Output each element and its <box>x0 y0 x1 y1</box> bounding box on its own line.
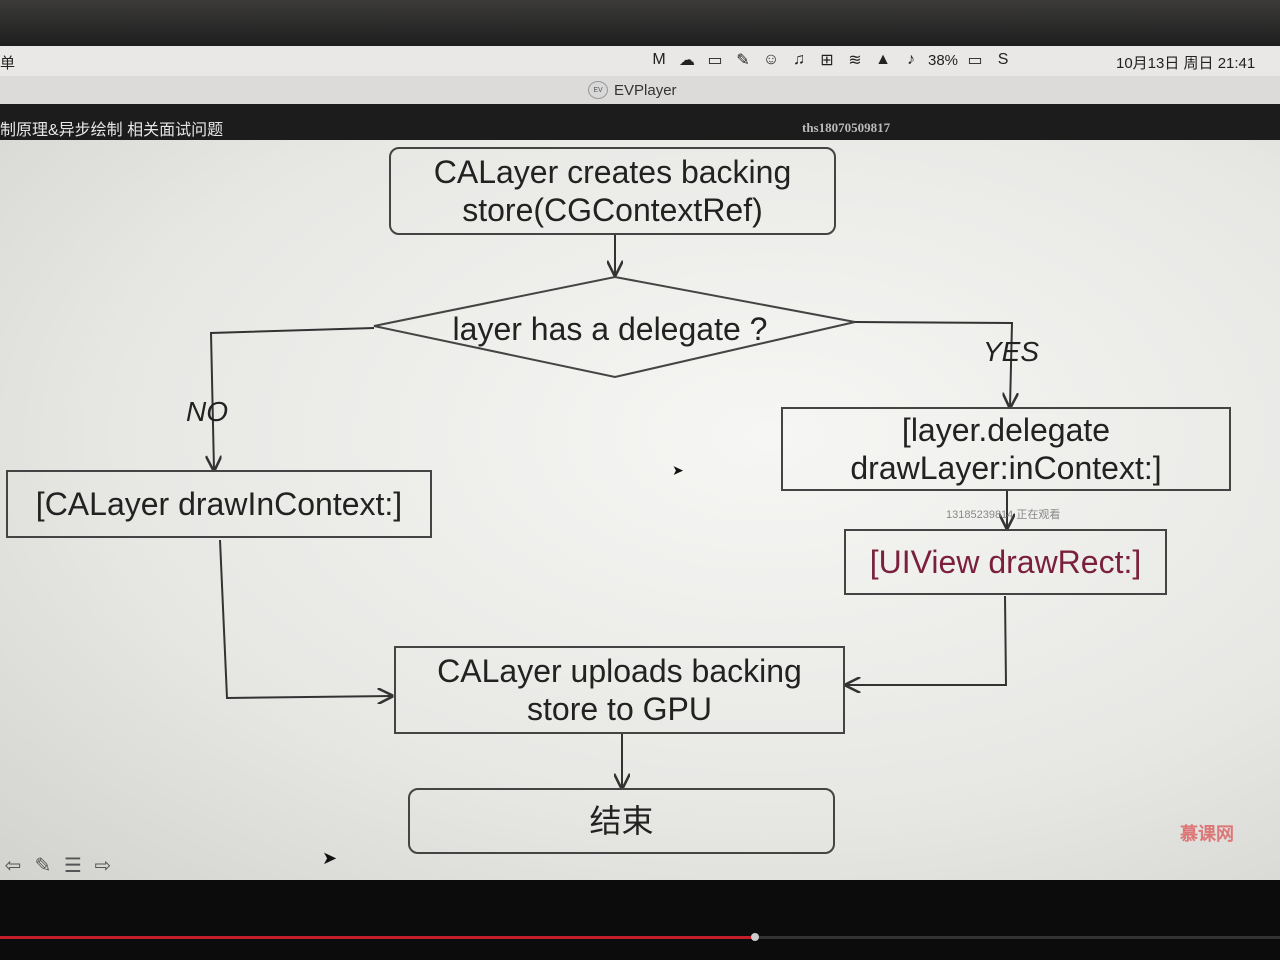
screen-bezel <box>0 0 1280 48</box>
slide-navigation: ⇦ ✎ ☰ ⇨ <box>0 852 116 878</box>
progress-fill <box>0 936 756 939</box>
upload-box: CALayer uploads backing store to GPU <box>394 646 845 734</box>
viewer-count: 13185239814 正在观看 <box>946 509 1061 521</box>
slide-topic: 制原理&异步绘制 相关面试问题 <box>0 122 224 139</box>
slide-header-bar: 制原理&异步绘制 相关面试问题 ths18070509817 <box>0 104 1280 144</box>
app-menu[interactable]: 单 <box>0 52 15 73</box>
no-label: NO <box>186 396 228 427</box>
mouse-pointer: ➤ <box>322 848 338 868</box>
yes-label: YES <box>983 336 1040 367</box>
player-control-area <box>0 880 1280 960</box>
input-method-icon[interactable]: ⊞ <box>816 49 838 71</box>
delegate-drawlayer-box: [layer.delegate drawLayer:inContext:] <box>781 407 1231 491</box>
wifi-icon[interactable]: ≋ <box>844 49 866 71</box>
gmail-icon[interactable]: M <box>648 49 670 71</box>
prev-slide-icon[interactable]: ⇦ <box>0 852 26 878</box>
window-title: EV EVPlayer <box>588 81 677 99</box>
mooc-logo: 慕课网 <box>1180 824 1234 844</box>
window-title-text: EVPlayer <box>614 81 677 99</box>
watermark-text: ths18070509817 <box>802 120 891 135</box>
evernote-icon[interactable]: ✎ <box>732 49 754 71</box>
clock[interactable]: 10月13日 周日 21:41 <box>1116 52 1255 73</box>
window-titlebar: EV EVPlayer <box>0 76 1280 105</box>
menu-list-icon[interactable]: ☰ <box>60 852 86 878</box>
playback-progress[interactable] <box>0 933 1280 941</box>
mouse-cursor: ➤ <box>672 462 684 478</box>
evplayer-icon: EV <box>588 81 608 99</box>
pen-icon[interactable]: ✎ <box>30 852 56 878</box>
end-box: 结束 <box>408 788 835 854</box>
screen-icon[interactable]: ▭ <box>704 49 726 71</box>
next-slide-icon[interactable]: ⇨ <box>90 852 116 878</box>
airplay-icon[interactable]: ▲ <box>872 49 894 71</box>
start-box: CALayer creates backing store(CGContextR… <box>389 147 836 235</box>
battery-icon[interactable]: ▭ <box>964 49 986 71</box>
drawrect-box: [UIView drawRect:] <box>844 529 1167 595</box>
sogou-icon[interactable]: S <box>992 49 1014 71</box>
volume-icon[interactable]: ♪ <box>900 49 922 71</box>
menu-bar: 单 M ☁ ▭ ✎ ☺ ♫ ⊞ ≋ ▲ ♪ 38% ▭ S 10月13日 周日 … <box>0 46 1280 76</box>
mic-icon[interactable]: ♫ <box>788 49 810 71</box>
decision-text: layer has a delegate ? <box>452 311 768 347</box>
cloud-icon[interactable]: ☁ <box>676 49 698 71</box>
status-icons: M ☁ ▭ ✎ ☺ ♫ ⊞ ≋ ▲ ♪ 38% ▭ S <box>648 49 1014 71</box>
battery-percent: 38% <box>928 51 959 69</box>
face-icon[interactable]: ☺ <box>760 49 782 71</box>
slide-canvas: CALayer creates backing store(CGContextR… <box>0 140 1280 880</box>
drawincontext-box: [CALayer drawInContext:] <box>6 470 432 538</box>
